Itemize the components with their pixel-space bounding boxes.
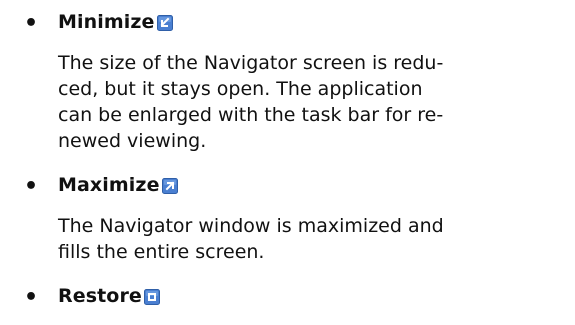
item-heading: Maximize [58,174,178,196]
item-title: Minimize [58,11,155,33]
description-line: fills the entire screen. [58,241,265,263]
item-description: The size of the Navigator screen is redu… [58,50,558,154]
description-line: ced, but it stays open. The application [58,78,423,100]
description-line: The Navigator window is maximized and [58,215,444,237]
item-description: The Navigator window is maximized and fi… [58,213,558,265]
restore-icon [143,289,160,305]
bullet: • [24,11,39,36]
maximize-icon [161,178,178,194]
item-heading: Minimize [58,11,173,33]
description-line: newed viewing. [58,130,207,152]
item-title: Restore [58,285,142,307]
description-line: The size of the Navigator screen is redu… [58,52,444,74]
minimize-icon [156,15,173,31]
bullet: • [24,285,39,310]
item-title: Maximize [58,174,160,196]
description-line: can be enlarged with the task bar for re… [58,104,444,126]
bullet: • [24,174,39,199]
item-heading: Restore [58,285,160,307]
